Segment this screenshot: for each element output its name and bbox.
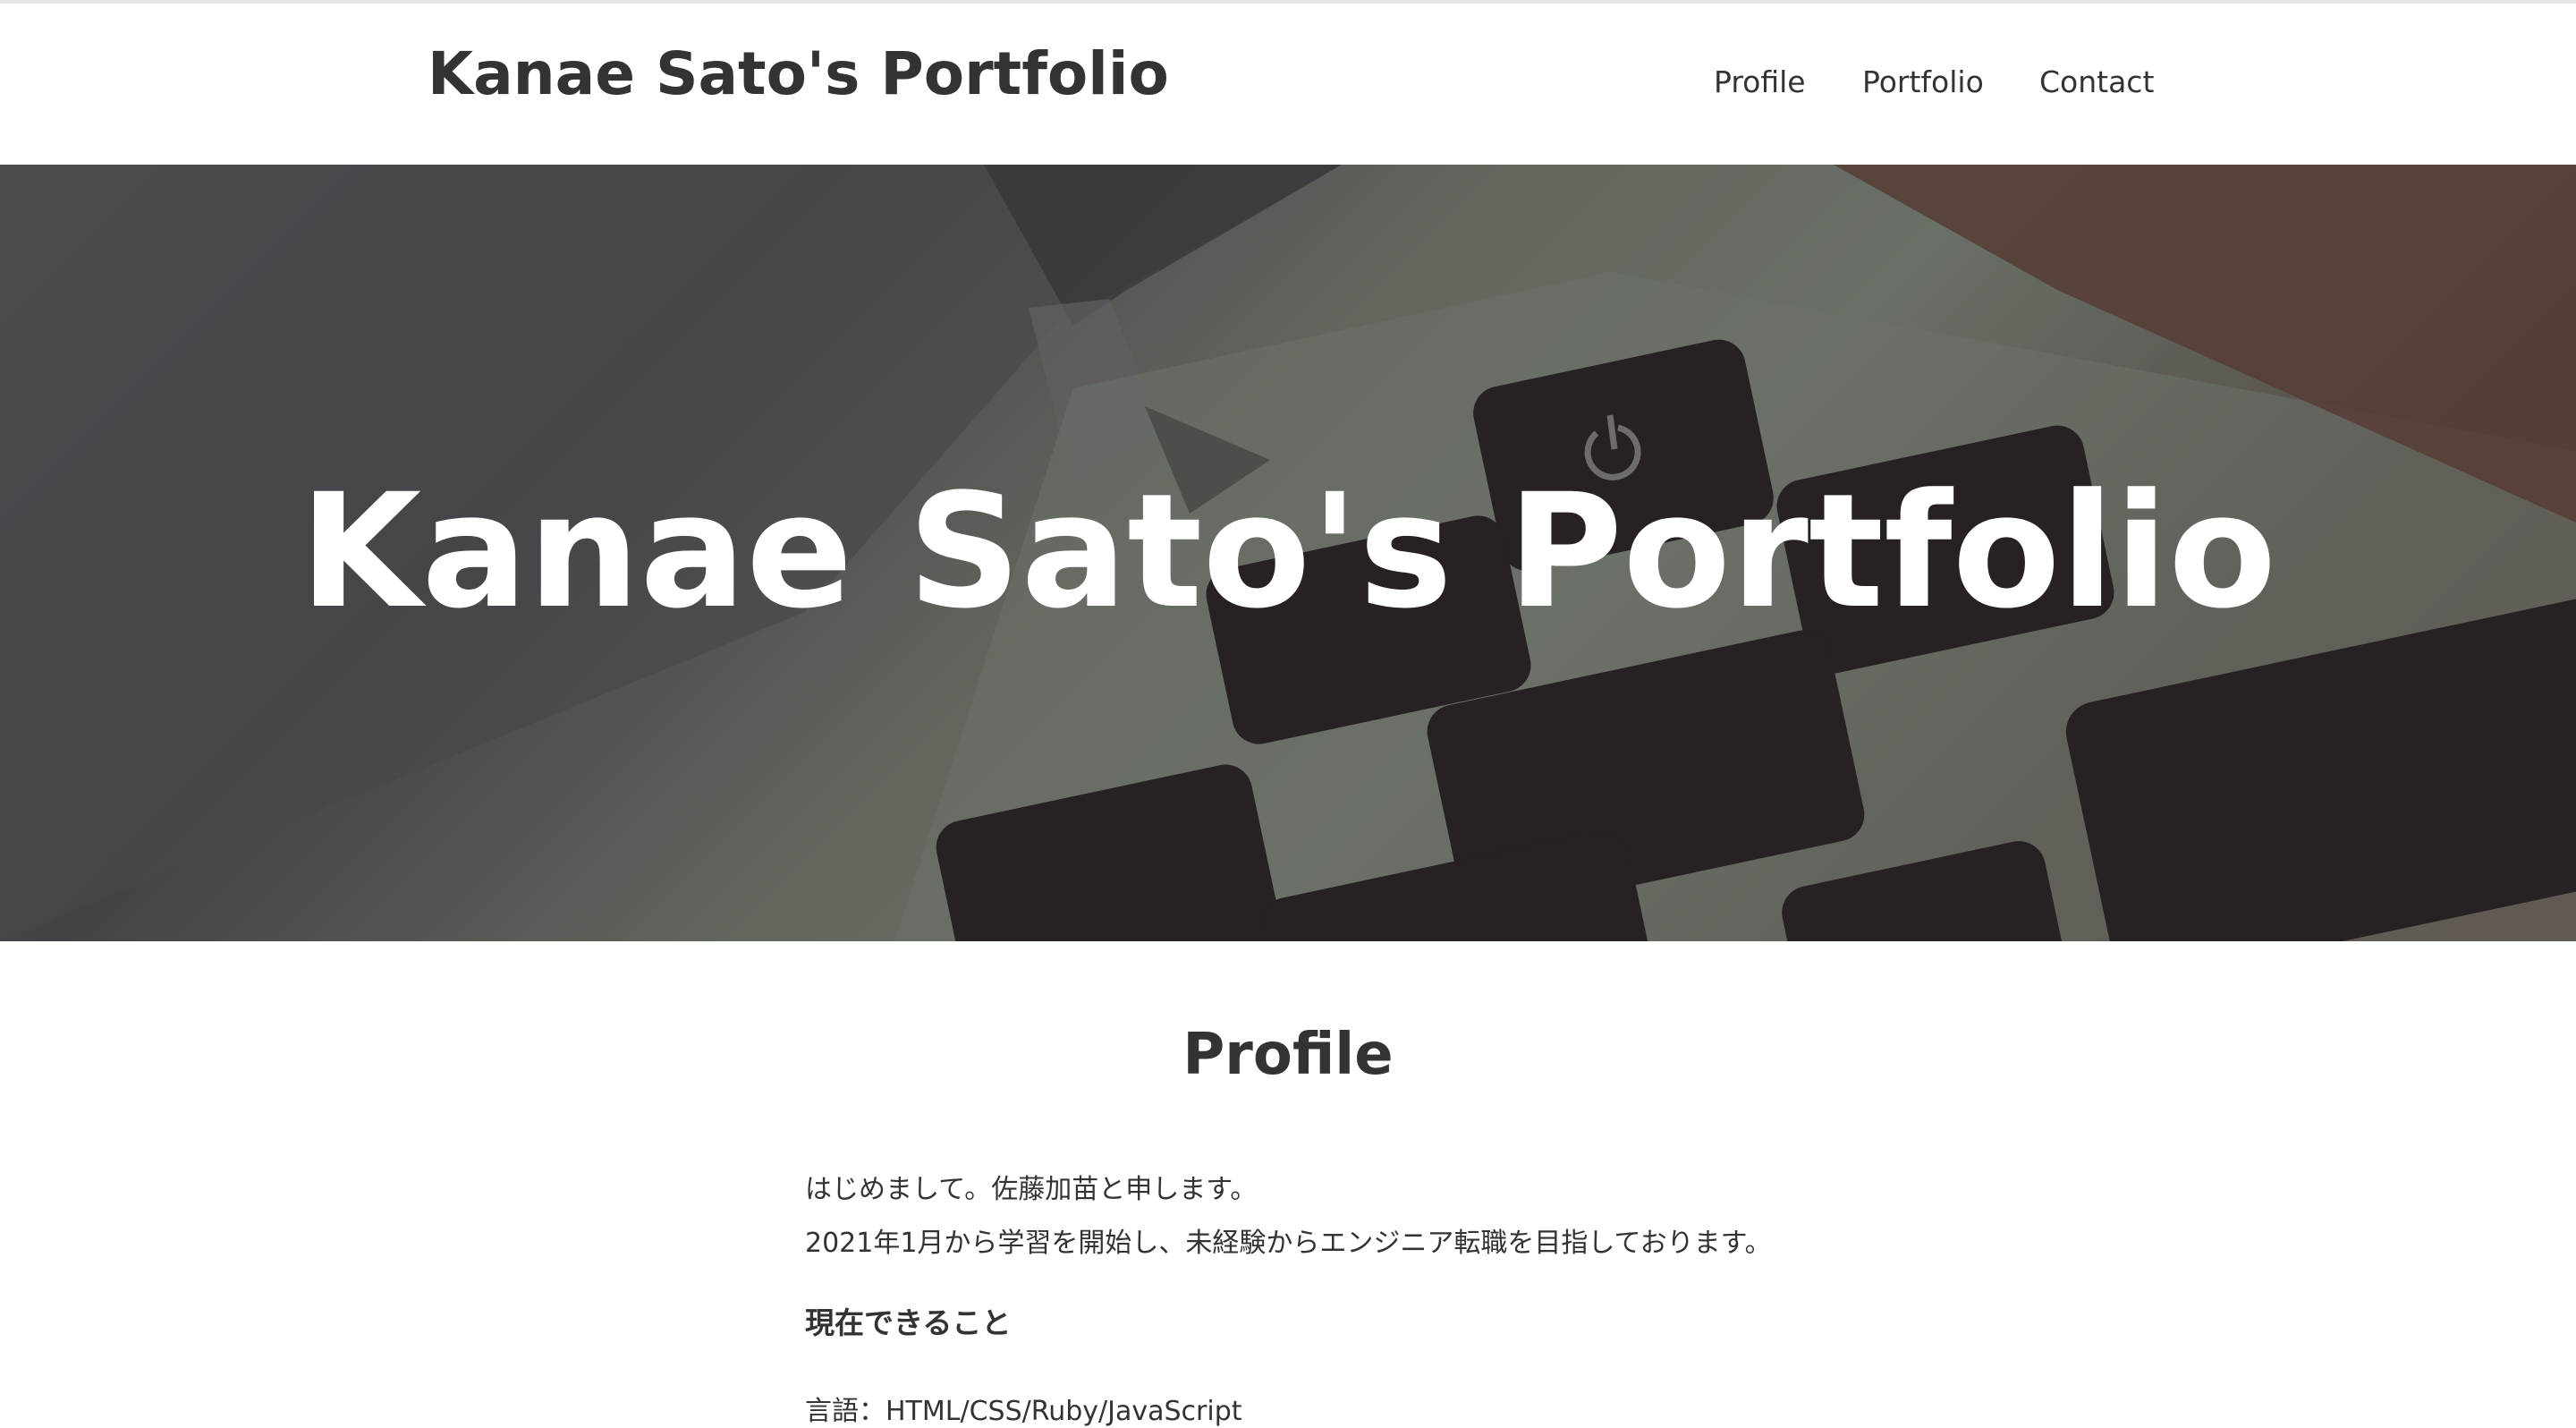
nav-link-portfolio[interactable]: Portfolio <box>1862 64 1984 99</box>
profile-intro-line: はじめまして。佐藤加苗と申します。 <box>805 1174 1258 1205</box>
hero-section: Kanae Sato's Portfolio <box>0 165 2576 941</box>
profile-intro: はじめまして。佐藤加苗と申します。 2021年1月から学習を開始し、未経験からエ… <box>805 1163 1968 1271</box>
profile-heading: Profile <box>1182 1022 1394 1088</box>
main-content: Profile はじめまして。佐藤加苗と申します。 2021年1月から学習を開始… <box>0 941 2576 1427</box>
global-nav: Profile Portfolio Contact <box>1699 64 2165 107</box>
skills-subheading: 現在できること <box>805 1305 1012 1340</box>
nav-link-contact[interactable]: Contact <box>2039 64 2154 99</box>
site-title-link[interactable]: Kanae Sato's Portfolio <box>428 39 1169 108</box>
hero-title: Kanae Sato's Portfolio <box>299 460 2277 643</box>
nav-link-profile[interactable]: Profile <box>1714 64 1806 99</box>
site-header: Kanae Sato's Portfolio Profile Portfolio… <box>0 4 2576 165</box>
skills-languages: 言語：HTML/CSS/Ruby/JavaScript <box>805 1396 1242 1427</box>
profile-intro-line: 2021年1月から学習を開始し、未経験からエンジニア転職を目指しております。 <box>805 1228 1772 1259</box>
